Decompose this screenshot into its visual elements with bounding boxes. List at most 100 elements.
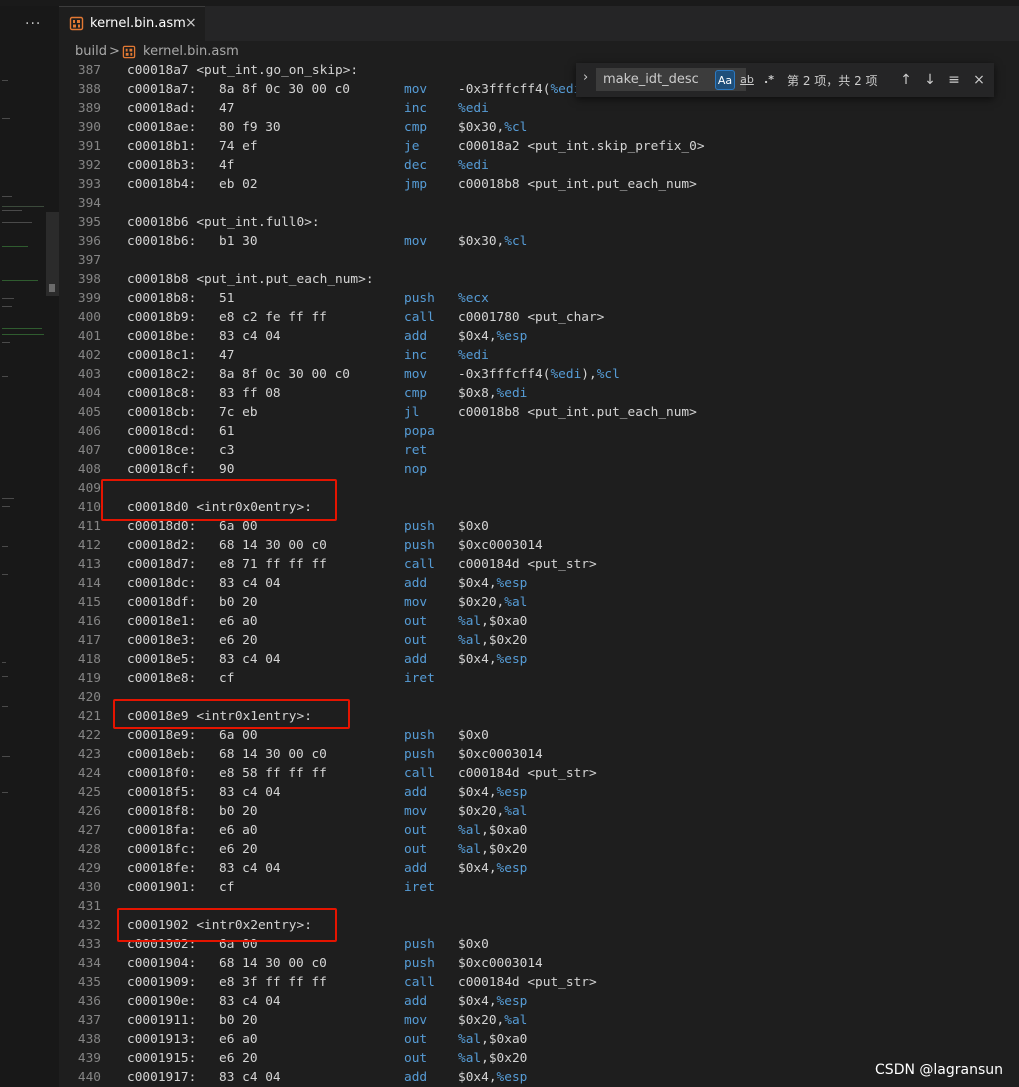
- instruction-mnemonic: mov: [404, 595, 428, 610]
- breadcrumb-folder[interactable]: build: [75, 44, 107, 59]
- code-line[interactable]: 426 c00018f8: b0 20 mov $0x20,%al: [59, 802, 1019, 821]
- line-number: 388: [77, 82, 101, 97]
- line-number: 418: [77, 652, 101, 667]
- instruction-operands: $0x4,%esp: [458, 1068, 527, 1087]
- code-line[interactable]: 398 c00018b8 <put_int.put_each_num>:: [59, 270, 1019, 289]
- close-find-icon[interactable]: ×: [969, 70, 989, 90]
- code-line[interactable]: 423 c00018eb: 68 14 30 00 c0 push $0xc000301…: [59, 745, 1019, 764]
- code-line[interactable]: 389 c00018ad: 47 inc %edi: [59, 99, 1019, 118]
- instruction-operands: $0x4,%esp: [458, 327, 527, 346]
- side-minimap: [2, 80, 44, 793]
- code-line[interactable]: 415 c00018df: b0 20 mov $0x20,%al: [59, 593, 1019, 612]
- toggle-replace-icon[interactable]: ›: [583, 70, 588, 85]
- line-number: 431: [77, 899, 101, 914]
- instruction-address: c00018f0:: [127, 766, 197, 781]
- code-line[interactable]: 392 c00018b3: 4f dec %edi: [59, 156, 1019, 175]
- code-line[interactable]: 418 c00018e5: 83 c4 04 add $0x4,%esp: [59, 650, 1019, 669]
- breadcrumb-file[interactable]: kernel.bin.asm: [143, 44, 239, 59]
- code-line[interactable]: 425 c00018f5: 83 c4 04 add $0x4,%esp: [59, 783, 1019, 802]
- code-line[interactable]: 393 c00018b4: eb 02 jmp c00018b8 <put_int.pu…: [59, 175, 1019, 194]
- close-tab-icon[interactable]: ×: [185, 15, 197, 31]
- line-number: 438: [77, 1032, 101, 1047]
- code-line[interactable]: 390 c00018ae: 80 f9 30 cmp $0x30,%cl: [59, 118, 1019, 137]
- instruction-mnemonic: add: [404, 652, 428, 667]
- instruction-operands: $0x0: [458, 935, 489, 954]
- code-line[interactable]: 419 c00018e8: cf iret: [59, 669, 1019, 688]
- operand-token: ,$0xa0: [481, 1032, 528, 1047]
- instruction-operands: c00018a2 <put_int.skip_prefix_0>: [458, 137, 705, 156]
- binary-file-icon: [122, 45, 136, 59]
- instruction-address: c00018fc:: [127, 842, 197, 857]
- code-line[interactable]: 436 c000190e: 83 c4 04 add $0x4,%esp: [59, 992, 1019, 1011]
- code-line[interactable]: 395 c00018b6 <put_int.full0>:: [59, 213, 1019, 232]
- code-line[interactable]: 396 c00018b6: b1 30 mov $0x30,%cl: [59, 232, 1019, 251]
- line-number: 413: [77, 557, 101, 572]
- more-actions-icon[interactable]: ···: [25, 16, 41, 32]
- code-line[interactable]: 413 c00018d7: e8 71 ff ff ff call c000184d <…: [59, 555, 1019, 574]
- code-line[interactable]: 401 c00018be: 83 c4 04 add $0x4,%esp: [59, 327, 1019, 346]
- line-number: 428: [77, 842, 101, 857]
- highlight-box-intr0x0entry: [101, 479, 337, 521]
- code-line[interactable]: 417 c00018e3: e6 20 out %al,$0x20: [59, 631, 1019, 650]
- instruction-address: c00018e3:: [127, 633, 197, 648]
- instruction-bytes: 7c eb: [219, 405, 258, 420]
- code-line[interactable]: 428 c00018fc: e6 20 out %al,$0x20: [59, 840, 1019, 859]
- regex-toggle[interactable]: .*: [759, 70, 779, 90]
- instruction-address: c00018b8:: [127, 291, 197, 306]
- code-line[interactable]: 403 c00018c2: 8a 8f 0c 30 00 c0 mov -0x3fffc…: [59, 365, 1019, 384]
- code-line[interactable]: 391 c00018b1: 74 ef je c00018a2 <put_int.ski…: [59, 137, 1019, 156]
- next-match-icon[interactable]: ↓: [920, 70, 940, 90]
- line-number: 406: [77, 424, 101, 439]
- instruction-operands: $0x4,%esp: [458, 783, 527, 802]
- code-line[interactable]: 407 c00018ce: c3 ret: [59, 441, 1019, 460]
- code-line[interactable]: 402 c00018c1: 47 inc %edi: [59, 346, 1019, 365]
- minimap-thumb[interactable]: [49, 284, 55, 292]
- code-line[interactable]: 416 c00018e1: e6 a0 out %al,$0xa0: [59, 612, 1019, 631]
- register-token: %ecx: [458, 291, 489, 306]
- instruction-bytes: e8 71 ff ff ff: [219, 557, 327, 572]
- code-line[interactable]: 438 c0001913: e6 a0 out %al,$0xa0: [59, 1030, 1019, 1049]
- operand-token: $0x30,: [458, 120, 505, 135]
- code-line[interactable]: 408 c00018cf: 90 nop: [59, 460, 1019, 479]
- code-line[interactable]: 429 c00018fe: 83 c4 04 add $0x4,%esp: [59, 859, 1019, 878]
- operand-token: -0x3fffcff4(: [458, 367, 551, 382]
- code-line[interactable]: 434 c0001904: 68 14 30 00 c0 push $0xc000301…: [59, 954, 1019, 973]
- code-line[interactable]: 404 c00018c8: 83 ff 08 cmp $0x8,%edi: [59, 384, 1019, 403]
- code-line[interactable]: 400 c00018b9: e8 c2 fe ff ff call c0001780 <…: [59, 308, 1019, 327]
- code-line[interactable]: 406 c00018cd: 61 popa: [59, 422, 1019, 441]
- operand-token: $0x20,: [458, 804, 505, 819]
- code-line[interactable]: 424 c00018f0: e8 58 ff ff ff call c000184d <…: [59, 764, 1019, 783]
- instruction-mnemonic: inc: [404, 101, 428, 116]
- tab-kernel-bin-asm[interactable]: kernel.bin.asm ×: [59, 6, 205, 42]
- instruction-mnemonic: push: [404, 519, 435, 534]
- line-number: 387: [77, 63, 101, 78]
- instruction-operands: %al,$0xa0: [458, 1030, 527, 1049]
- register-token: %al: [458, 842, 482, 857]
- code-line[interactable]: 399 c00018b8: 51 push %ecx: [59, 289, 1019, 308]
- code-line[interactable]: 397: [59, 251, 1019, 270]
- code-line[interactable]: 430 c0001901: cf iret: [59, 878, 1019, 897]
- code-line[interactable]: 412 c00018d2: 68 14 30 00 c0 push $0xc000301…: [59, 536, 1019, 555]
- code-line[interactable]: 427 c00018fa: e6 a0 out %al,$0xa0: [59, 821, 1019, 840]
- operand-token: ,$0xa0: [481, 614, 528, 629]
- match-case-toggle[interactable]: Aa: [715, 70, 735, 90]
- instruction-mnemonic: add: [404, 329, 428, 344]
- code-line[interactable]: 435 c0001909: e8 3f ff ff ff call c000184d <…: [59, 973, 1019, 992]
- code-line[interactable]: 394: [59, 194, 1019, 213]
- register-token: %edi: [458, 158, 489, 173]
- highlight-box-intr0x1entry: [113, 699, 350, 729]
- instruction-address: c00018cb:: [127, 405, 197, 420]
- instruction-operands: $0x30,%cl: [458, 232, 527, 251]
- code-line[interactable]: 414 c00018dc: 83 c4 04 add $0x4,%esp: [59, 574, 1019, 593]
- instruction-mnemonic: push: [404, 956, 435, 971]
- find-in-selection-icon[interactable]: ≡: [944, 70, 964, 90]
- instruction-operands: %edi: [458, 99, 489, 118]
- previous-match-icon[interactable]: ↑: [896, 70, 916, 90]
- instruction-address: c0001915:: [127, 1051, 197, 1066]
- whole-word-toggle[interactable]: ab: [737, 70, 757, 90]
- code-line[interactable]: 437 c0001911: b0 20 mov $0x20,%al: [59, 1011, 1019, 1030]
- instruction-bytes: 68 14 30 00 c0: [219, 956, 327, 971]
- line-number: 415: [77, 595, 101, 610]
- line-number: 422: [77, 728, 101, 743]
- code-line[interactable]: 405 c00018cb: 7c eb jl c00018b8 <put_int.put…: [59, 403, 1019, 422]
